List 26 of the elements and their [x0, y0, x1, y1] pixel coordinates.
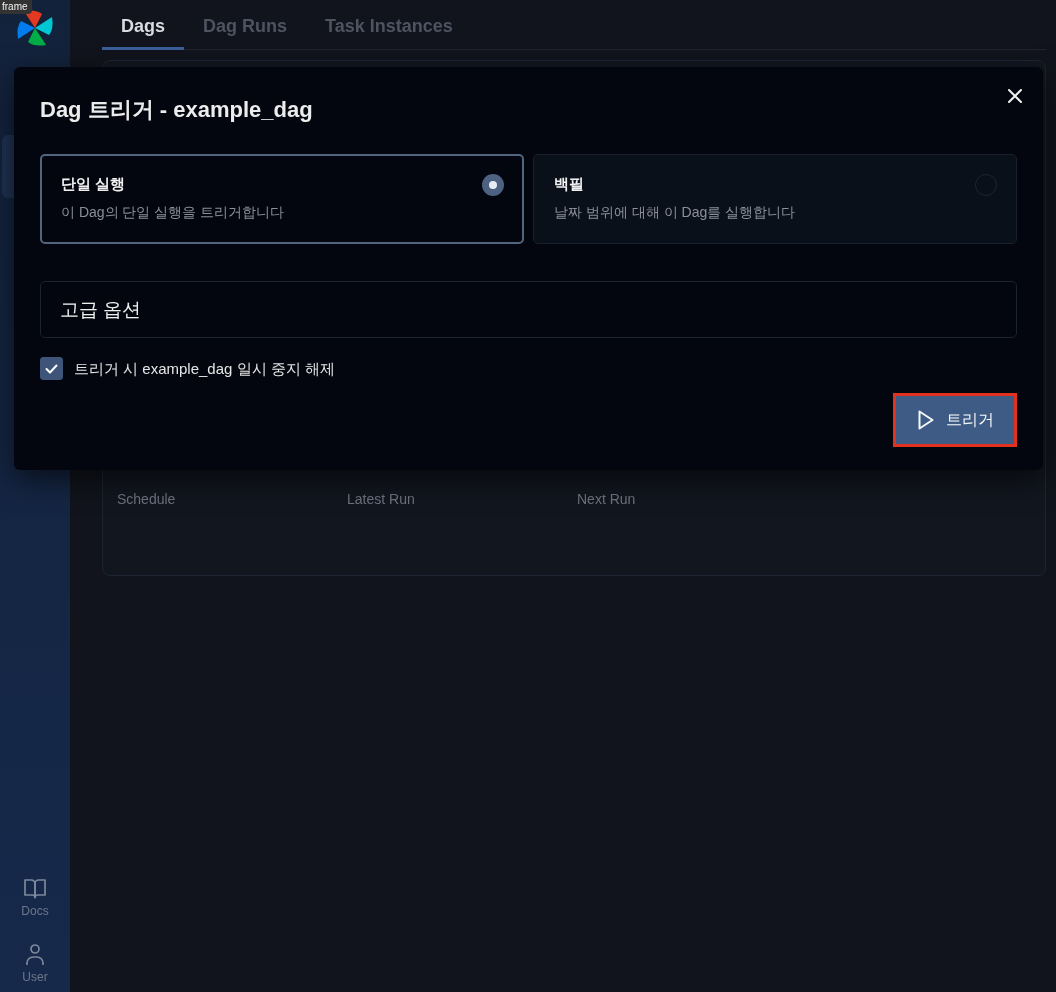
- close-icon[interactable]: [1008, 89, 1022, 103]
- column-header: Schedule: [117, 490, 176, 509]
- option-description: 날짜 범위에 대해 이 Dag를 실행합니다: [554, 203, 796, 222]
- play-icon: [918, 410, 934, 430]
- tab[interactable]: Dags: [102, 0, 184, 50]
- sidebar-link[interactable]: Docs: [21, 876, 49, 920]
- option-description: 이 Dag의 단일 실행을 트리거합니다: [61, 203, 285, 222]
- book-icon: [24, 878, 46, 899]
- dialog-title: Dag 트리거 - example_dag: [40, 96, 313, 124]
- check-icon: [45, 363, 58, 374]
- sidebar-link[interactable]: User: [21, 942, 49, 986]
- checkbox-label: 트리거 시 example_dag 일시 중지 해제: [74, 358, 335, 379]
- advanced-options-toggle[interactable]: 고급 옵션: [40, 281, 1017, 338]
- option-title: 백필: [554, 174, 584, 194]
- run-option-card[interactable]: 단일 실행 이 Dag의 단일 실행을 트리거합니다: [40, 154, 524, 244]
- checkbox[interactable]: [40, 357, 63, 380]
- run-option-card[interactable]: 백필 날짜 범위에 대해 이 Dag를 실행합니다: [533, 154, 1017, 244]
- user-icon: [24, 944, 46, 965]
- frame-label: frame: [0, 0, 32, 14]
- trigger-button[interactable]: 트리거: [893, 393, 1017, 447]
- pinwheel-logo-icon[interactable]: [16, 8, 54, 48]
- nav-item-background: [2, 135, 14, 198]
- radio-button[interactable]: [482, 174, 504, 196]
- option-title: 단일 실행: [61, 174, 126, 194]
- column-header: Next Run: [577, 490, 636, 509]
- column-header: Latest Run: [347, 490, 415, 509]
